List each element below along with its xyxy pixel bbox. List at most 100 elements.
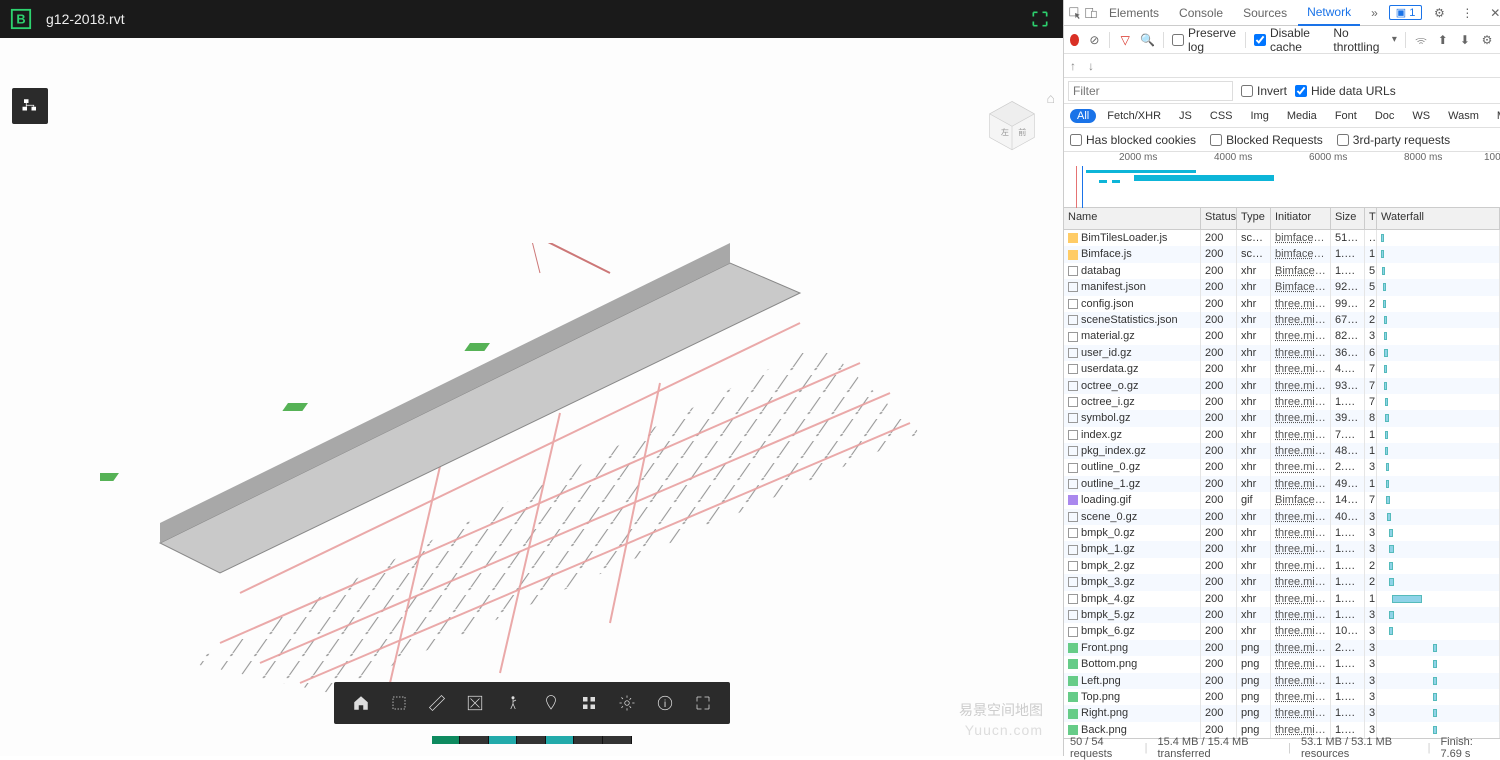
cube-home-icon[interactable]: ⌂ bbox=[1047, 90, 1055, 106]
network-request-row[interactable]: Right.png200pngthree.min.js:61.9 kB3... bbox=[1064, 705, 1500, 721]
request-initiator[interactable]: three.min.js:6 bbox=[1271, 345, 1331, 361]
col-waterfall[interactable]: Waterfall bbox=[1377, 208, 1500, 229]
cube-face-front[interactable]: 前 bbox=[1018, 127, 1026, 137]
request-initiator[interactable]: three.min.js:6 bbox=[1271, 410, 1331, 426]
network-request-row[interactable]: databag200xhrBimface.js:11.3 kB5... bbox=[1064, 263, 1500, 279]
issues-badge[interactable]: ▣ 1 bbox=[1389, 5, 1423, 20]
network-request-row[interactable]: bmpk_5.gz200xhrthree.min.js:61.7 ...3... bbox=[1064, 607, 1500, 623]
request-initiator[interactable]: three.min.js:6 bbox=[1271, 328, 1331, 344]
network-request-row[interactable]: Bimface.js200scriptbimface.ind...1.3 ...… bbox=[1064, 246, 1500, 262]
type-chip-doc[interactable]: Doc bbox=[1368, 109, 1402, 123]
network-request-row[interactable]: bmpk_3.gz200xhrthree.min.js:61.3 ...2... bbox=[1064, 574, 1500, 590]
request-initiator[interactable]: bimface.ind... bbox=[1271, 246, 1331, 262]
filter-toggle-icon[interactable]: ▽ bbox=[1118, 31, 1132, 49]
network-request-row[interactable]: loading.gif200gifBimface.css14.4...7... bbox=[1064, 492, 1500, 508]
3d-model-render[interactable] bbox=[100, 243, 930, 703]
model-tree-button[interactable] bbox=[12, 88, 48, 124]
network-request-row[interactable]: octree_i.gz200xhrthree.min.js:61.2 kB7..… bbox=[1064, 394, 1500, 410]
network-request-row[interactable]: scene_0.gz200xhrthree.min.js:6408 ...3..… bbox=[1064, 509, 1500, 525]
info-button[interactable]: i bbox=[646, 684, 684, 722]
network-request-row[interactable]: Bottom.png200pngthree.min.js:61.7 kB3... bbox=[1064, 656, 1500, 672]
invert-checkbox[interactable]: Invert bbox=[1241, 84, 1287, 98]
third-party-checkbox[interactable]: 3rd-party requests bbox=[1337, 133, 1450, 147]
col-status[interactable]: Status bbox=[1201, 208, 1237, 229]
network-conditions-icon[interactable] bbox=[1414, 31, 1428, 49]
throttling-select[interactable]: No throttling bbox=[1333, 26, 1384, 54]
view-cube[interactable]: 左 前 bbox=[981, 94, 1043, 156]
network-request-row[interactable]: BimTilesLoader.js200scriptbimface.ind...… bbox=[1064, 230, 1500, 246]
request-initiator[interactable]: three.min.js:6 bbox=[1271, 656, 1331, 672]
tab-sources[interactable]: Sources bbox=[1234, 0, 1296, 26]
network-request-row[interactable]: outline_1.gz200xhrthree.min.js:6498 ...1… bbox=[1064, 476, 1500, 492]
tab-console[interactable]: Console bbox=[1170, 0, 1232, 26]
request-initiator[interactable]: three.min.js:6 bbox=[1271, 541, 1331, 557]
preserve-log-checkbox[interactable]: Preserve log bbox=[1172, 26, 1237, 54]
request-initiator[interactable]: Bimface.js:1 bbox=[1271, 263, 1331, 279]
request-initiator[interactable]: three.min.js:6 bbox=[1271, 689, 1331, 705]
export-har-icon[interactable]: ⬇ bbox=[1458, 31, 1472, 49]
network-request-row[interactable]: Front.png200pngthree.min.js:62.0 kB3... bbox=[1064, 640, 1500, 656]
network-request-row[interactable]: index.gz200xhrthree.min.js:67.4 kB1... bbox=[1064, 427, 1500, 443]
request-initiator[interactable]: three.min.js:6 bbox=[1271, 623, 1331, 639]
network-request-row[interactable]: sceneStatistics.json200xhrthree.min.js:6… bbox=[1064, 312, 1500, 328]
network-table-body[interactable]: BimTilesLoader.js200scriptbimface.ind...… bbox=[1064, 230, 1500, 738]
request-initiator[interactable]: three.min.js:6 bbox=[1271, 525, 1331, 541]
network-request-row[interactable]: material.gz200xhrthree.min.js:6823 B3... bbox=[1064, 328, 1500, 344]
record-button[interactable] bbox=[1070, 34, 1079, 46]
hide-data-urls-checkbox[interactable]: Hide data URLs bbox=[1295, 84, 1396, 98]
type-chip-all[interactable]: All bbox=[1070, 109, 1096, 123]
cube-face-left[interactable]: 左 bbox=[1001, 127, 1009, 137]
request-initiator[interactable]: three.min.js:6 bbox=[1271, 394, 1331, 410]
network-request-row[interactable]: Top.png200pngthree.min.js:61.4 kB3... bbox=[1064, 689, 1500, 705]
request-initiator[interactable]: three.min.js:6 bbox=[1271, 574, 1331, 590]
network-request-row[interactable]: octree_o.gz200xhrthree.min.js:6934 B7... bbox=[1064, 378, 1500, 394]
fit-view-icon[interactable] bbox=[1027, 6, 1053, 32]
tab-elements[interactable]: Elements bbox=[1100, 0, 1168, 26]
request-initiator[interactable]: three.min.js:6 bbox=[1271, 591, 1331, 607]
col-initiator[interactable]: Initiator bbox=[1271, 208, 1331, 229]
request-initiator[interactable]: Bimface.js:1 bbox=[1271, 279, 1331, 295]
request-initiator[interactable]: three.min.js:6 bbox=[1271, 640, 1331, 656]
network-request-row[interactable]: user_id.gz200xhrthree.min.js:636.2...6..… bbox=[1064, 345, 1500, 361]
request-initiator[interactable]: three.min.js:6 bbox=[1271, 427, 1331, 443]
col-type[interactable]: Type bbox=[1237, 208, 1271, 229]
devtools-settings-icon[interactable]: ⚙ bbox=[1428, 2, 1450, 24]
viewer-canvas[interactable]: ⌂ 左 前 bbox=[0, 38, 1063, 756]
device-toggle-icon[interactable] bbox=[1084, 2, 1098, 24]
network-request-row[interactable]: config.json200xhrthree.min.js:6990 B2... bbox=[1064, 296, 1500, 312]
request-initiator[interactable]: three.min.js:6 bbox=[1271, 361, 1331, 377]
network-request-row[interactable]: outline_0.gz200xhrthree.min.js:62.4 ...3… bbox=[1064, 459, 1500, 475]
explode-button[interactable] bbox=[570, 684, 608, 722]
type-chip-ws[interactable]: WS bbox=[1405, 109, 1437, 123]
section-button[interactable] bbox=[380, 684, 418, 722]
request-initiator[interactable]: three.min.js:6 bbox=[1271, 705, 1331, 721]
request-initiator[interactable]: three.min.js:6 bbox=[1271, 607, 1331, 623]
network-request-row[interactable]: bmpk_0.gz200xhrthree.min.js:61.3 ...3... bbox=[1064, 525, 1500, 541]
measure-button[interactable] bbox=[418, 684, 456, 722]
import-har-icon[interactable]: ⬆ bbox=[1436, 31, 1450, 49]
type-chip-css[interactable]: CSS bbox=[1203, 109, 1240, 123]
devtools-close-icon[interactable]: ✕ bbox=[1484, 2, 1500, 24]
clear-button[interactable]: ⊘ bbox=[1087, 31, 1101, 49]
type-chip-fetchxhr[interactable]: Fetch/XHR bbox=[1100, 109, 1168, 123]
network-request-row[interactable]: bmpk_4.gz200xhrthree.min.js:61.5 ...1... bbox=[1064, 591, 1500, 607]
marker-button[interactable] bbox=[532, 684, 570, 722]
filter-input[interactable] bbox=[1068, 81, 1233, 101]
blocked-requests-checkbox[interactable]: Blocked Requests bbox=[1210, 133, 1323, 147]
request-initiator[interactable]: three.min.js:6 bbox=[1271, 509, 1331, 525]
request-initiator[interactable]: three.min.js:6 bbox=[1271, 312, 1331, 328]
tab-network[interactable]: Network bbox=[1298, 0, 1360, 26]
request-initiator[interactable]: three.min.js:6 bbox=[1271, 558, 1331, 574]
type-chip-media[interactable]: Media bbox=[1280, 109, 1324, 123]
clip-button[interactable] bbox=[456, 684, 494, 722]
type-chip-wasm[interactable]: Wasm bbox=[1441, 109, 1486, 123]
request-initiator[interactable]: three.min.js:6 bbox=[1271, 673, 1331, 689]
network-request-row[interactable]: Left.png200pngthree.min.js:61.8 kB3... bbox=[1064, 673, 1500, 689]
network-request-row[interactable]: manifest.json200xhrBimface.js:1928 B5... bbox=[1064, 279, 1500, 295]
network-request-row[interactable]: bmpk_6.gz200xhrthree.min.js:6107 ...3... bbox=[1064, 623, 1500, 639]
type-chip-js[interactable]: JS bbox=[1172, 109, 1199, 123]
network-request-row[interactable]: symbol.gz200xhrthree.min.js:639.6...8... bbox=[1064, 410, 1500, 426]
search-icon[interactable]: 🔍 bbox=[1140, 31, 1155, 49]
network-request-row[interactable]: userdata.gz200xhrthree.min.js:64.4 kB7..… bbox=[1064, 361, 1500, 377]
col-size[interactable]: Size bbox=[1331, 208, 1365, 229]
